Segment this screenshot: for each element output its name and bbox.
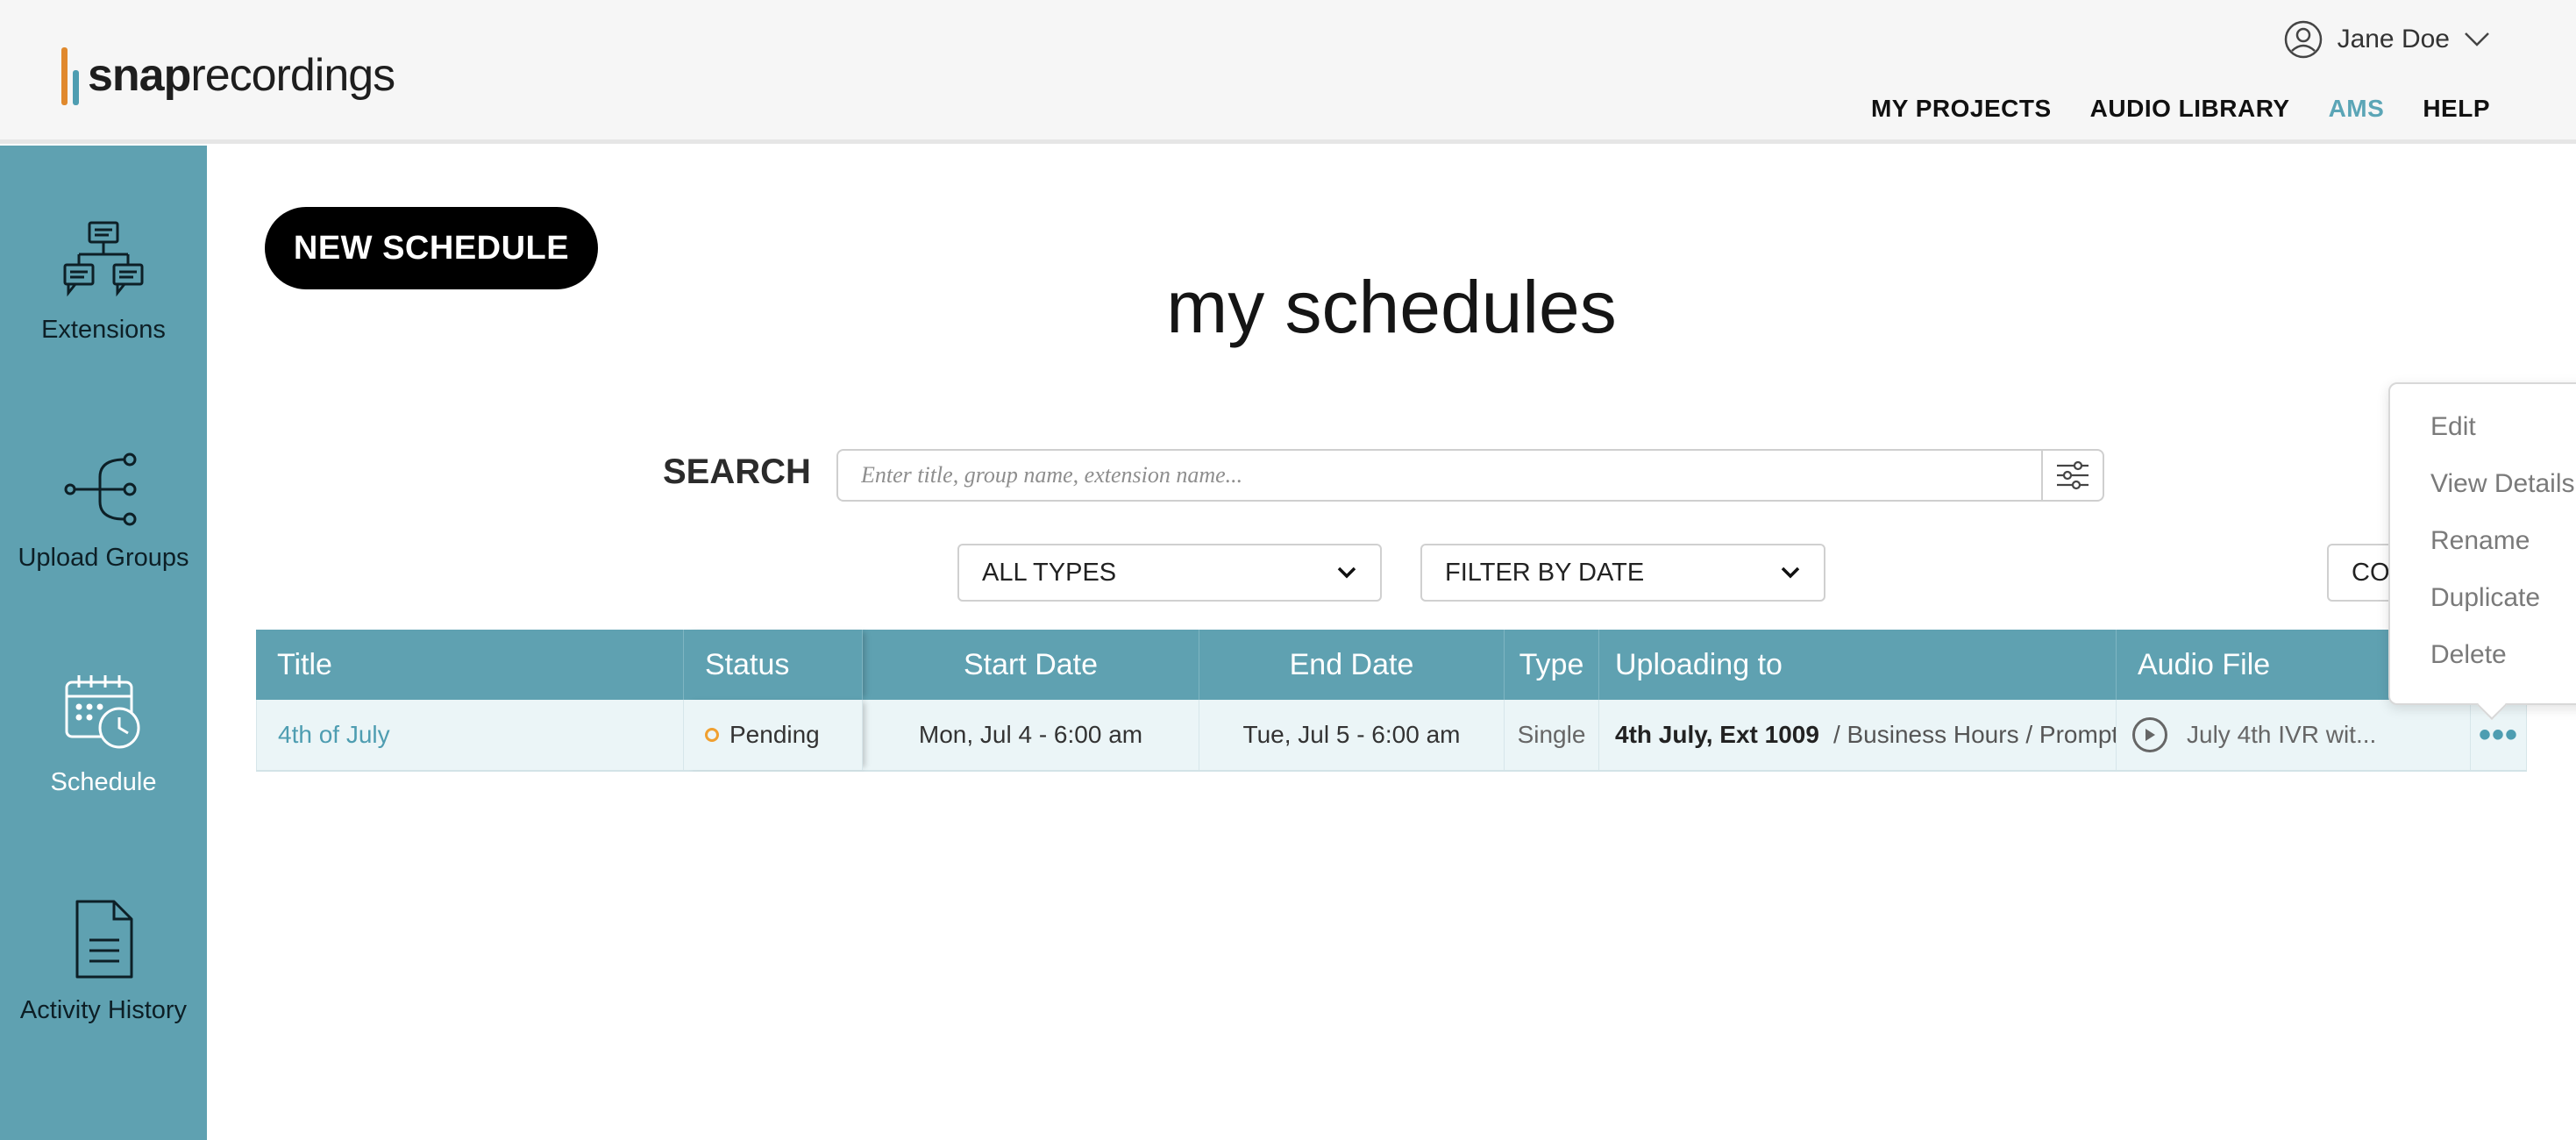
top-nav: MY PROJECTS AUDIO LIBRARY AMS HELP [1871,95,2490,123]
search-input[interactable] [838,451,2041,500]
nav-audio-library[interactable]: AUDIO LIBRARY [2090,95,2290,123]
type-filter-select[interactable]: ALL TYPES [957,544,1382,602]
status-text: Pending [729,721,820,748]
upload-groups-icon [64,452,137,526]
chevron-down-icon [1337,566,1356,579]
search-box [836,449,2104,502]
nav-help[interactable]: HELP [2423,95,2490,123]
sidebar-label-activity-history: Activity History [19,996,188,1024]
audio-file-cell: July 4th IVR wit... [2117,700,2471,770]
nav-ams[interactable]: AMS [2329,95,2385,123]
type-filter-value: ALL TYPES [982,558,1117,587]
menu-item-rename[interactable]: Rename [2430,526,2530,556]
chevron-down-icon [2465,32,2489,46]
row-options-menu: Edit View Details Rename Duplicate Delet… [2388,382,2576,705]
date-filter-value: FILTER BY DATE [1445,558,1645,587]
user-name: Jane Doe [2337,25,2450,53]
uploading-to-cell: 4th July, Ext 1009 / Business Hours / Pr… [1599,700,2117,770]
audio-file-name: July 4th IVR wit... [2187,721,2377,748]
header-uploading-to[interactable]: Uploading to [1599,630,2117,700]
menu-item-edit[interactable]: Edit [2430,412,2476,442]
menu-item-delete[interactable]: Delete [2430,640,2507,670]
activity-history-icon [75,900,133,979]
status-cell: Pending [684,700,863,770]
logo-text-snap: snap [88,50,191,101]
page-title: my schedules [1166,266,1617,348]
uploading-to-path: / Business Hours / Prompt [1832,721,2117,748]
sidebar-item-schedule[interactable]: Schedule [0,672,207,797]
header-start-date[interactable]: Start Date [863,630,1199,700]
start-date-cell: Mon, Jul 4 - 6:00 am [863,700,1199,770]
table-header: Title Status Start Date End Date Type Up… [256,630,2527,700]
sidebar-label-schedule: Schedule [50,768,157,796]
logo-bars-icon [61,46,79,105]
header-end-date[interactable]: End Date [1199,630,1505,700]
schedule-title-link[interactable]: 4th of July [278,721,390,749]
sidebar-item-upload-groups[interactable]: Upload Groups [0,447,207,573]
header-title[interactable]: Title [256,630,684,700]
header: snaprecordings Jane Doe MY PROJECTS AUDI… [0,0,2576,144]
nav-my-projects[interactable]: MY PROJECTS [1871,95,2052,123]
advanced-filter-button[interactable] [2041,451,2103,500]
sidebar-item-activity-history[interactable]: Activity History [0,896,207,1025]
row-more-options-icon[interactable]: ••• [2479,717,2518,752]
user-menu[interactable]: Jane Doe [2283,19,2490,60]
schedules-table: Title Status Start Date End Date Type Up… [256,630,2527,772]
menu-item-duplicate[interactable]: Duplicate [2430,583,2540,613]
sidebar-label-upload-groups: Upload Groups [18,544,189,572]
menu-item-view-details[interactable]: View Details [2430,469,2575,499]
play-icon[interactable] [2132,717,2167,752]
table-row[interactable]: 4th of July Pending Mon, Jul 4 - 6:00 am… [256,700,2527,772]
type-cell: Single [1505,700,1599,770]
uploading-to-extension: 4th July, Ext 1009 [1615,721,1819,748]
schedule-icon [65,675,140,749]
sliders-icon [2057,460,2089,490]
logo-text-recordings: recordings [190,50,395,101]
snaprecordings-logo[interactable]: snaprecordings [61,46,395,105]
search-label: SEARCH [663,452,811,491]
date-filter-select[interactable]: FILTER BY DATE [1420,544,1825,602]
end-date-cell: Tue, Jul 5 - 6:00 am [1199,700,1505,770]
pending-status-icon [705,728,719,742]
header-status[interactable]: Status [684,630,863,700]
header-type[interactable]: Type [1505,630,1599,700]
chevron-down-icon [1781,566,1800,579]
user-avatar-icon [2284,20,2322,59]
